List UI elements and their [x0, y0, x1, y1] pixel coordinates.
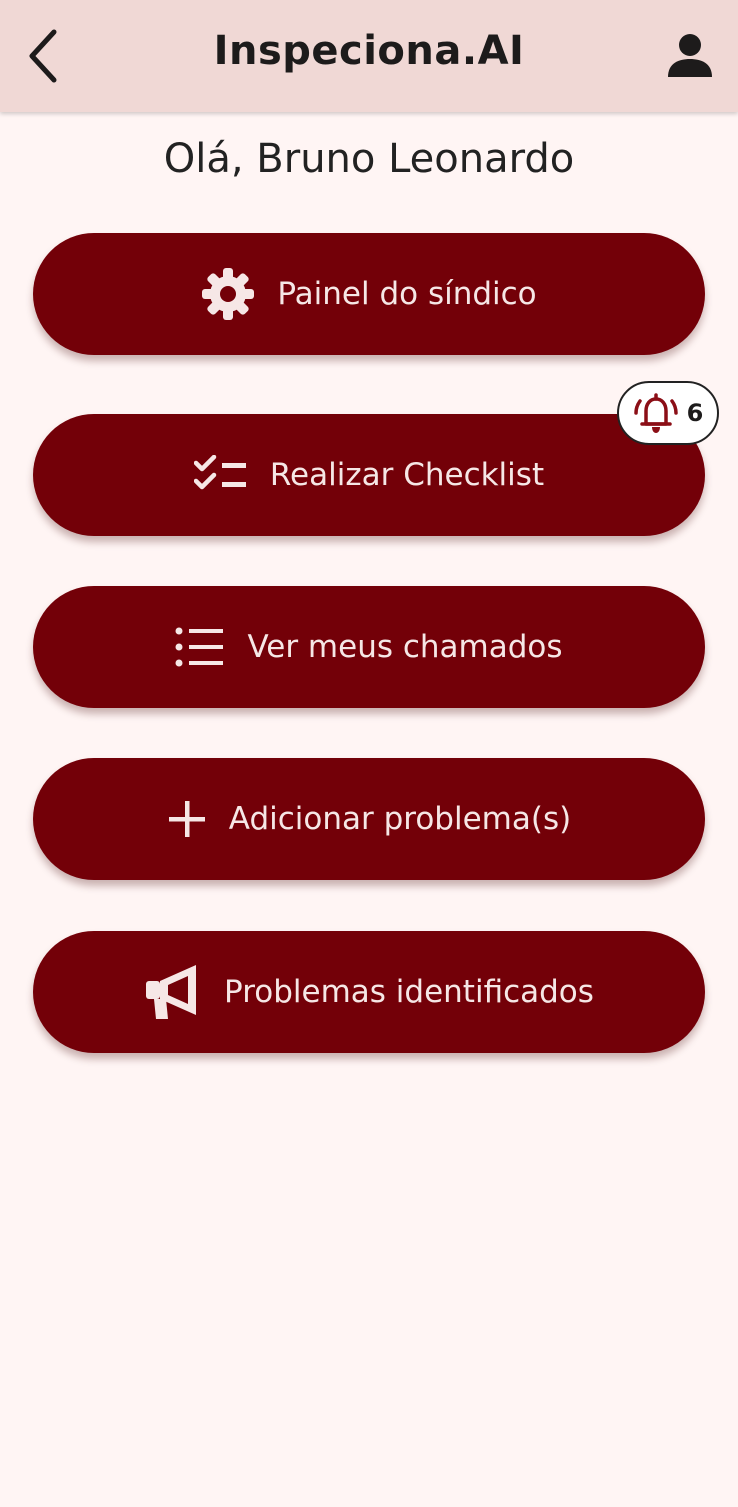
- ver-meus-chamados-label: Ver meus chamados: [247, 629, 563, 665]
- realizar-checklist-button[interactable]: Realizar Checklist: [33, 414, 705, 536]
- checklist-icon: [193, 455, 248, 495]
- app-title: Inspeciona.AI: [213, 28, 525, 74]
- adicionar-problemas-label: Adicionar problema(s): [228, 801, 572, 837]
- list-icon: [175, 627, 225, 667]
- gear-icon: [201, 267, 255, 321]
- adicionar-problemas-button[interactable]: Adicionar problema(s): [33, 758, 705, 880]
- ver-meus-chamados-button[interactable]: Ver meus chamados: [33, 586, 705, 708]
- megaphone-icon: [144, 961, 206, 1023]
- realizar-checklist-label: Realizar Checklist: [269, 457, 545, 493]
- problemas-identificados-label: Problemas identificados: [224, 974, 594, 1010]
- person-icon: [668, 34, 712, 77]
- notification-badge[interactable]: 6: [617, 381, 719, 445]
- painel-do-sindico-label: Painel do síndico: [277, 276, 537, 312]
- painel-do-sindico-button[interactable]: Painel do síndico: [33, 233, 705, 355]
- notification-count: 6: [686, 399, 704, 427]
- bell-ringing-icon: [633, 390, 679, 436]
- greeting-text: Olá, Bruno Leonardo: [163, 136, 575, 182]
- problemas-identificados-button[interactable]: Problemas identificados: [33, 931, 705, 1053]
- app-bar: Inspeciona.AI: [0, 0, 738, 112]
- profile-button[interactable]: [660, 26, 720, 86]
- plus-icon: [167, 799, 207, 839]
